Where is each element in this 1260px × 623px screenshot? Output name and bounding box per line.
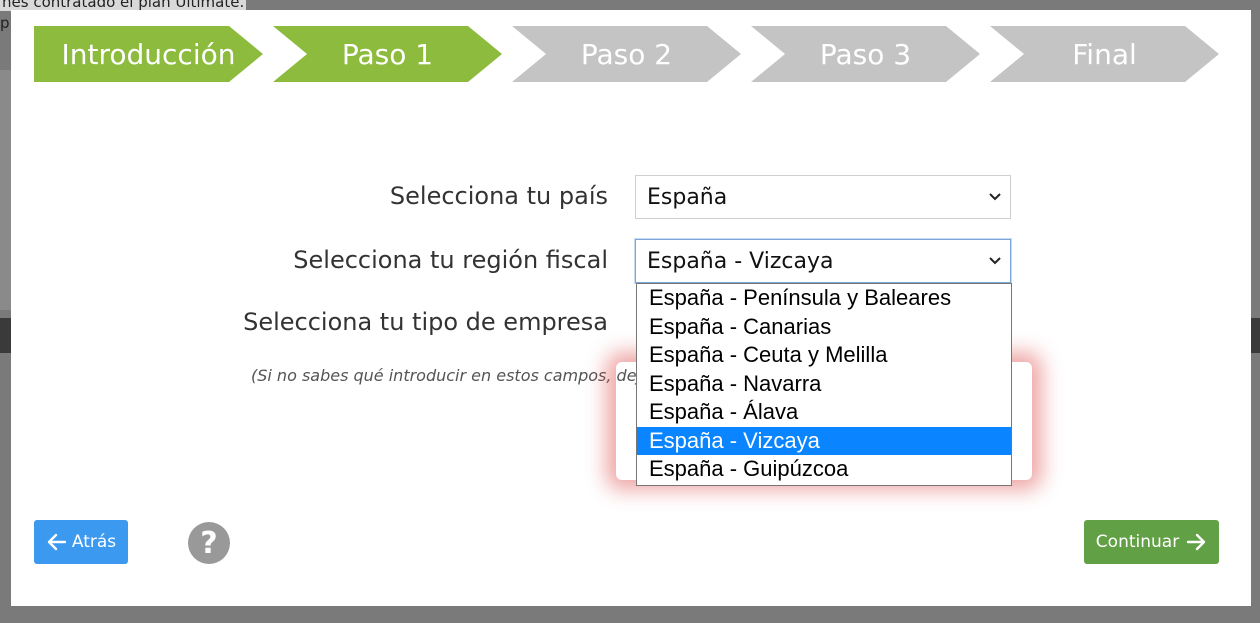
help-icon[interactable]: ?: [188, 522, 230, 564]
region-option[interactable]: España - Ceuta y Melilla: [637, 341, 1011, 370]
region-option[interactable]: España - Navarra: [637, 370, 1011, 399]
background-page-bar-right: [1250, 318, 1260, 353]
region-label: Selecciona tu región fiscal: [293, 246, 608, 274]
background-page-text-2: p: [0, 14, 10, 32]
step-paso-2[interactable]: Paso 2: [512, 26, 741, 82]
region-option[interactable]: España - Álava: [637, 398, 1011, 427]
step-label: Paso 1: [341, 37, 434, 71]
step-label: Paso 2: [580, 37, 673, 71]
region-dropdown-list[interactable]: España - Península y Baleares España - C…: [636, 283, 1012, 486]
region-select[interactable]: España - Vizcaya: [635, 239, 1011, 283]
hint-text: (Si no sabes qué introducir en estos cam…: [251, 366, 661, 385]
company-type-label: Selecciona tu tipo de empresa: [243, 308, 608, 336]
chevron-down-icon: [989, 193, 1001, 201]
background-page-strip: [0, 70, 11, 310]
region-option[interactable]: España - Península y Baleares: [637, 284, 1011, 313]
step-paso-1[interactable]: Paso 1: [273, 26, 502, 82]
background-page-bar-left: [0, 318, 11, 353]
back-button-label: Atrás: [71, 532, 117, 552]
step-introduccion[interactable]: Introducción: [34, 26, 263, 82]
continue-button-label: Continuar: [1095, 532, 1180, 552]
country-select-value: España: [647, 184, 728, 210]
chevron-down-icon: [989, 257, 1001, 265]
region-select-value: España - Vizcaya: [647, 248, 834, 274]
step-final[interactable]: Final: [990, 26, 1219, 82]
step-label: Final: [1072, 37, 1137, 71]
country-select[interactable]: España: [635, 175, 1011, 219]
continue-button[interactable]: Continuar: [1084, 520, 1219, 564]
back-button[interactable]: Atrás: [34, 520, 128, 564]
arrow-right-icon: [1186, 533, 1206, 551]
step-label: Introducción: [61, 37, 236, 71]
wizard-modal: Introducción Paso 1 Paso 2 Paso 3 Final …: [11, 10, 1251, 606]
region-option[interactable]: España - Guipúzcoa: [637, 455, 1011, 484]
region-option[interactable]: España - Canarias: [637, 313, 1011, 342]
step-label: Paso 3: [819, 37, 912, 71]
step-paso-3[interactable]: Paso 3: [751, 26, 980, 82]
arrow-left-icon: [47, 533, 67, 551]
region-option-selected[interactable]: España - Vizcaya: [637, 426, 1011, 455]
country-label: Selecciona tu país: [389, 182, 608, 210]
